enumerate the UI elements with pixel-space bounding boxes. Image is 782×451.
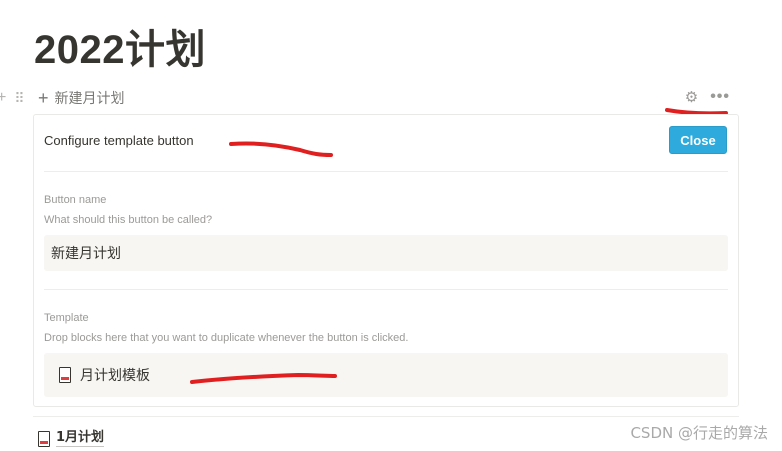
block-handles: + ⠿ bbox=[0, 87, 25, 109]
child-page-title: 1月计划 bbox=[56, 430, 105, 447]
divider bbox=[44, 171, 728, 172]
button-name-input[interactable] bbox=[44, 235, 728, 271]
close-button[interactable]: Close bbox=[669, 126, 727, 154]
button-name-label: Button name bbox=[44, 194, 107, 206]
add-block-icon[interactable]: + bbox=[0, 89, 6, 107]
annotation-underline-header bbox=[229, 141, 333, 157]
annotation-underline-template bbox=[190, 372, 337, 384]
plus-icon: + bbox=[38, 88, 49, 108]
template-label: Template bbox=[44, 312, 89, 324]
template-block-name[interactable]: 月计划模板 bbox=[80, 365, 150, 385]
page-title: 2022计划 bbox=[34, 28, 206, 72]
drag-handle-icon[interactable]: ⠿ bbox=[14, 90, 24, 107]
button-name-help: What should this button be called? bbox=[44, 214, 213, 226]
template-button[interactable]: + 新建月计划 bbox=[38, 87, 125, 109]
page-icon bbox=[38, 430, 50, 447]
page-icon bbox=[59, 367, 71, 383]
divider bbox=[44, 289, 728, 290]
template-drop-zone[interactable]: 月计划模板 bbox=[44, 353, 728, 397]
child-page-link[interactable]: 1月计划 bbox=[38, 430, 105, 447]
template-button-label: 新建月计划 bbox=[54, 90, 125, 106]
template-config-panel: Configure template button Close Button n… bbox=[33, 114, 739, 407]
watermark: CSDN @行走的算法 bbox=[630, 424, 768, 442]
template-help: Drop blocks here that you want to duplic… bbox=[44, 332, 409, 344]
divider bbox=[33, 416, 739, 417]
panel-header: Configure template button bbox=[44, 133, 194, 148]
